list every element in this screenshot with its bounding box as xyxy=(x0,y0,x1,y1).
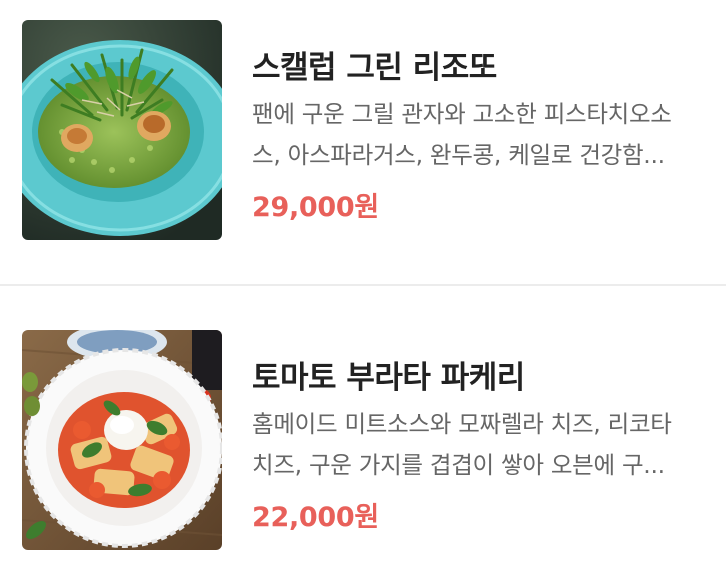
description-line: 홈메이드 미트소스와 모짜렐라 치즈, 리코타 xyxy=(252,410,672,438)
menu-item-tomato-paccheri[interactable]: 토마토 부라타 파케리 홈메이드 미트소스와 모짜렐라 치즈, 리코타 치즈, … xyxy=(0,330,726,574)
menu-item-description: 홈메이드 미트소스와 모짜렐라 치즈, 리코타 치즈, 구운 가지를 겹겹이 쌓… xyxy=(252,404,714,486)
menu-item-title: 스캘럽 그린 리조또 xyxy=(252,50,497,86)
tomato-burrata-paccheri-photo[interactable] xyxy=(22,330,222,550)
menu-item-title: 토마토 부라타 파케리 xyxy=(252,360,525,396)
divider xyxy=(0,284,726,286)
scallop-risotto-photo[interactable] xyxy=(22,20,222,240)
menu-list: 스캘럽 그린 리조또 팬에 구운 그릴 관자와 고소한 피스타치오소 스, 아스… xyxy=(0,0,726,574)
menu-item-price: 22,000원 xyxy=(252,502,379,533)
description-line: 팬에 구운 그릴 관자와 고소한 피스타치오소 xyxy=(252,100,672,128)
menu-item-price: 29,000원 xyxy=(252,192,379,223)
description-line: 스, 아스파라거스, 완두콩, 케일로 건강함... xyxy=(252,141,665,169)
description-line: 치즈, 구운 가지를 겹겹이 쌓아 오븐에 구... xyxy=(252,451,665,479)
menu-item-description: 팬에 구운 그릴 관자와 고소한 피스타치오소 스, 아스파라거스, 완두콩, … xyxy=(252,94,714,176)
menu-item-scallop-risotto[interactable]: 스캘럽 그린 리조또 팬에 구운 그릴 관자와 고소한 피스타치오소 스, 아스… xyxy=(0,20,726,270)
